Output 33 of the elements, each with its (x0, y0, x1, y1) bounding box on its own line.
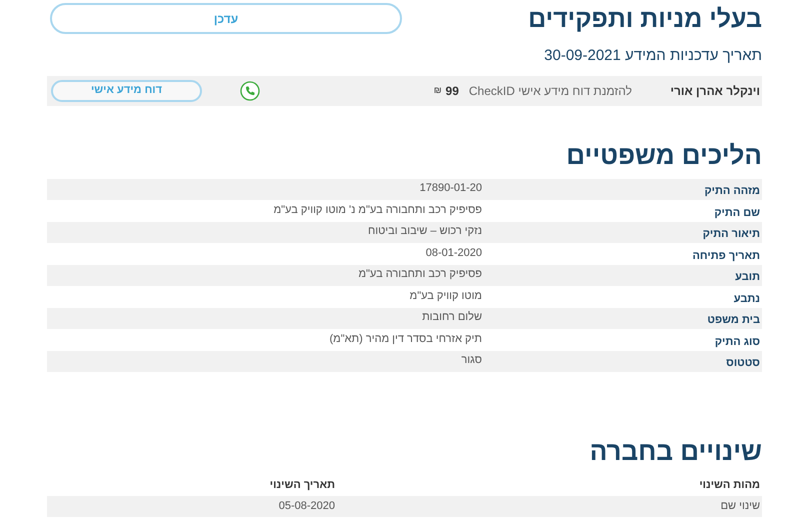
row-label: תובע (734, 270, 761, 285)
row-label: סוג התיק (714, 334, 761, 350)
row-label: תיאור התיק (702, 227, 761, 242)
row-value: תיק אזרחי בסדר דין מהיר (תא"מ) (330, 332, 482, 346)
row-label: נתבע (732, 292, 761, 306)
update-date: תאריך עדכניות המידע 30-09-2021 (543, 46, 762, 66)
person-name: וינקלר אהרן אורי (669, 82, 760, 100)
row-value: פסיפיק רכב ותחבורה בע"מ נ' מוטו קוויק בע"מ (274, 202, 482, 218)
phone-icon[interactable] (240, 80, 260, 100)
row-value: מוטו קוויק בע"מ (410, 288, 482, 304)
currency: ₪ (434, 84, 442, 97)
table-cell-text: שינוי שם (720, 499, 761, 514)
column-header: תאריך השינוי (270, 478, 335, 494)
row-label: שם התיק (713, 206, 761, 220)
row-value: 08-01-2020 (426, 246, 482, 260)
price: 99 (446, 82, 459, 100)
page-title: בעלי מניות ותפקידים (528, 4, 762, 34)
update-button[interactable]: עדכן (50, 3, 402, 34)
order-text: להזמנת דוח מידע אישי CheckID (468, 82, 632, 100)
row-label: תאריך פתיחה (691, 248, 761, 264)
row-label: סטטוס (725, 356, 761, 371)
row-value: שלום רחובות (422, 310, 482, 325)
section-title: שינויים בחברה (588, 435, 762, 467)
row-label: מזהה התיק (703, 184, 761, 199)
section-title: הליכים משפטיים (565, 138, 762, 170)
row-value: 17890-01-20 (420, 181, 482, 196)
row-value: פסיפיק רכב ותחבורה בע"מ (358, 267, 482, 282)
row-value: נזקי רכוש – שיבוב וביטוח (368, 224, 482, 239)
row-value: סגור (461, 353, 482, 368)
column-header: מהות השינוי (698, 478, 761, 494)
table-cell-text: 05-08-2020 (278, 499, 335, 514)
report-button[interactable]: דוח מידע אישי (51, 80, 202, 102)
row-label: בית משפט (706, 313, 761, 328)
